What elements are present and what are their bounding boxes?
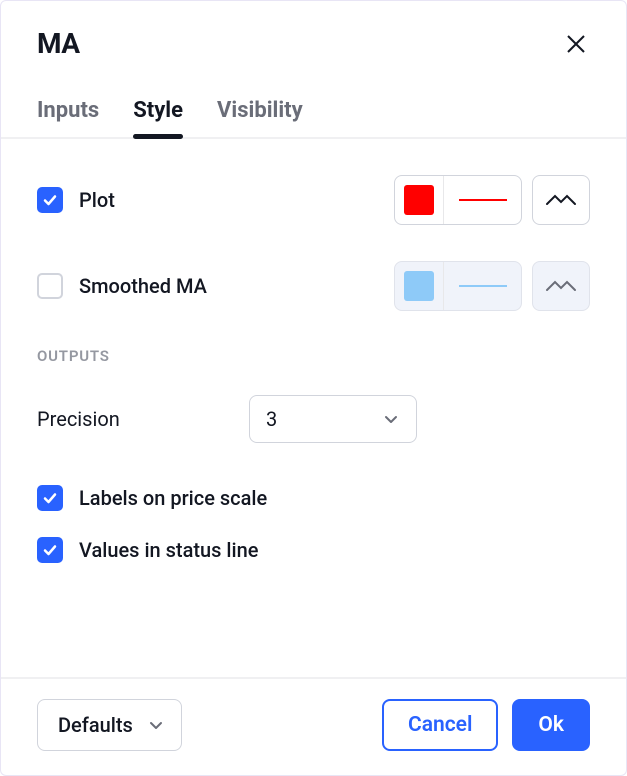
- labels-on-price-scale-label: Labels on price scale: [79, 486, 267, 510]
- precision-select[interactable]: 3: [249, 395, 417, 443]
- check-icon: [42, 490, 58, 506]
- wave-icon: [545, 192, 577, 208]
- precision-value: 3: [266, 407, 277, 431]
- smoothed-ma-checkbox[interactable]: [37, 273, 63, 299]
- plot-line-thickness: [443, 176, 521, 224]
- values-in-status-line-label: Values in status line: [79, 538, 258, 562]
- plot-checkbox[interactable]: [37, 187, 63, 213]
- smoothed-line-style-button[interactable]: [532, 261, 590, 311]
- chevron-down-icon: [382, 410, 400, 428]
- close-button[interactable]: [562, 30, 590, 58]
- plot-line-style-button[interactable]: [532, 175, 590, 225]
- defaults-button[interactable]: Defaults: [37, 699, 182, 751]
- outputs-section-label: OUTPUTS: [37, 347, 590, 365]
- plot-color-value: [404, 185, 434, 215]
- smoothed-line-thickness: [443, 262, 521, 310]
- tabs: Inputs Style Visibility: [1, 60, 626, 139]
- wave-icon: [545, 278, 577, 294]
- ok-button[interactable]: Ok: [512, 699, 590, 751]
- tab-inputs[interactable]: Inputs: [37, 98, 99, 137]
- check-icon: [42, 192, 58, 208]
- chevron-down-icon: [147, 716, 165, 734]
- values-in-status-line-checkbox[interactable]: [37, 537, 63, 563]
- labels-on-price-scale-checkbox[interactable]: [37, 485, 63, 511]
- smoothed-color-swatch: [395, 262, 443, 310]
- smoothed-color-value: [404, 271, 434, 301]
- plot-label: Plot: [79, 188, 394, 212]
- tab-style[interactable]: Style: [133, 98, 183, 137]
- smoothed-color-line-picker[interactable]: [394, 261, 522, 311]
- close-icon: [564, 32, 588, 56]
- cancel-button[interactable]: Cancel: [382, 699, 498, 751]
- smoothed-ma-label: Smoothed MA: [79, 274, 394, 298]
- defaults-label: Defaults: [58, 713, 133, 737]
- plot-color-line-picker[interactable]: [394, 175, 522, 225]
- tab-visibility[interactable]: Visibility: [217, 98, 303, 137]
- check-icon: [42, 542, 58, 558]
- plot-color-swatch: [395, 176, 443, 224]
- dialog-title: MA: [37, 27, 80, 60]
- precision-label: Precision: [37, 407, 249, 431]
